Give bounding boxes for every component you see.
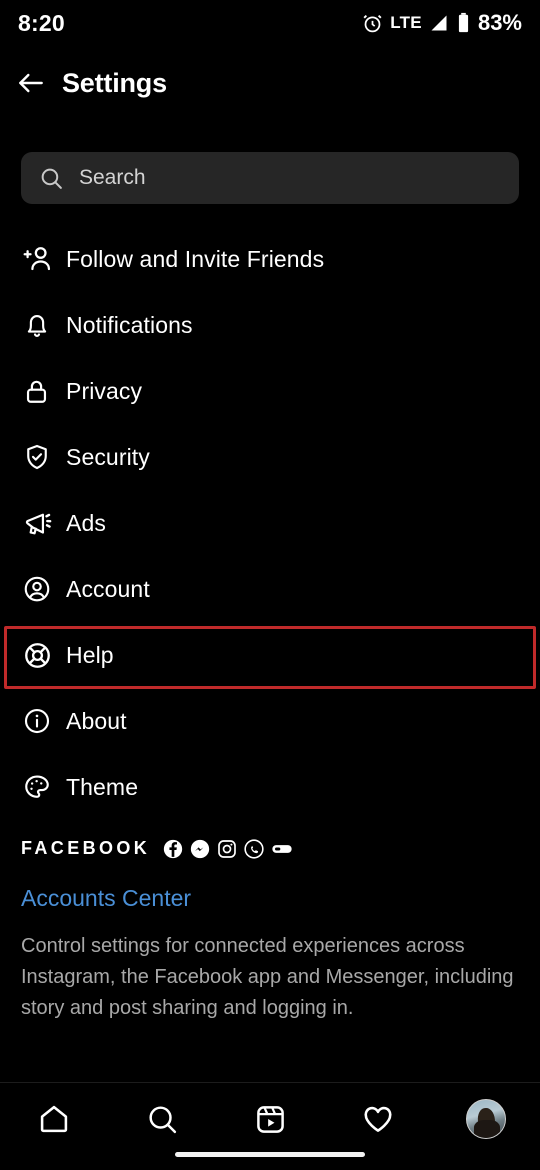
menu-item-label: About [66,707,127,734]
user-circle-icon [22,574,66,604]
settings-menu: Follow and Invite Friends Notifications … [0,226,540,820]
shield-check-icon [22,442,66,472]
nav-button-search[interactable] [122,1103,202,1136]
menu-item-label: Theme [66,773,139,800]
home-icon [37,1102,71,1136]
status-indicators: LTE 83% [362,10,522,36]
add-person-icon [22,243,66,275]
bell-icon [22,310,66,340]
menu-item-label: Help [66,641,114,668]
facebook-section: FACEBOOK Accounts Center Control setting… [21,838,521,1024]
info-circle-icon [22,706,66,736]
menu-item-security[interactable]: Security [0,424,540,490]
menu-item-ads[interactable]: Ads [0,490,540,556]
menu-item-label: Follow and Invite Friends [66,245,325,272]
accounts-center-link[interactable]: Accounts Center [21,885,521,912]
facebook-brand-row: FACEBOOK [21,838,521,859]
status-bar: 8:20 LTE 83% [0,0,540,46]
search-input[interactable] [79,166,501,190]
menu-item-help[interactable]: Help [0,622,540,689]
search-bar[interactable] [21,152,519,204]
header: Settings [0,50,540,116]
avatar [466,1099,506,1139]
page-title: Settings [62,67,167,98]
palette-icon [22,772,66,802]
network-type: LTE [390,13,422,32]
nav-button-activity[interactable] [338,1102,418,1136]
avatar-figure-base [474,1120,500,1138]
messenger-icon [190,839,210,859]
status-time: 8:20 [18,9,65,36]
back-arrow-icon [15,67,47,99]
nav-button-reels[interactable] [230,1103,310,1136]
menu-item-follow-and-invite-friends[interactable]: Follow and Invite Friends [0,226,540,292]
nav-button-home[interactable] [14,1102,94,1136]
search-icon [39,166,64,191]
portal-icon [271,839,293,859]
menu-item-about[interactable]: About [0,688,540,754]
heart-icon [361,1102,395,1136]
bottom-nav [0,1083,540,1155]
menu-item-label: Account [66,575,150,602]
battery-level: 83% [477,10,522,35]
gesture-bar[interactable] [175,1152,365,1157]
menu-item-privacy[interactable]: Privacy [0,358,540,424]
nav-button-profile[interactable] [446,1099,526,1139]
megaphone-icon [22,508,66,539]
facebook-brand-icons [163,838,293,859]
menu-item-label: Privacy [66,377,143,404]
alarm-icon [362,13,383,34]
menu-item-label: Security [66,443,150,470]
facebook-icon [163,839,183,859]
life-ring-icon [22,640,66,671]
reels-icon [254,1103,287,1136]
battery-icon [456,12,471,34]
instagram-icon [217,839,237,859]
settings-screen: 8:20 LTE 83% Settings Search Follow and … [0,0,540,1170]
accounts-center-description: Control settings for connected experienc… [21,935,514,1019]
signal-icon [429,13,449,33]
menu-item-label: Ads [66,509,106,536]
search-icon [146,1103,179,1136]
facebook-brand-label: FACEBOOK [21,838,151,858]
menu-item-account[interactable]: Account [0,556,540,622]
menu-item-theme[interactable]: Theme [0,754,540,820]
whatsapp-icon [244,838,264,859]
menu-item-label: Notifications [66,311,193,338]
menu-item-notifications[interactable]: Notifications [0,292,540,358]
lock-icon [22,377,66,406]
back-button[interactable] [0,67,62,99]
